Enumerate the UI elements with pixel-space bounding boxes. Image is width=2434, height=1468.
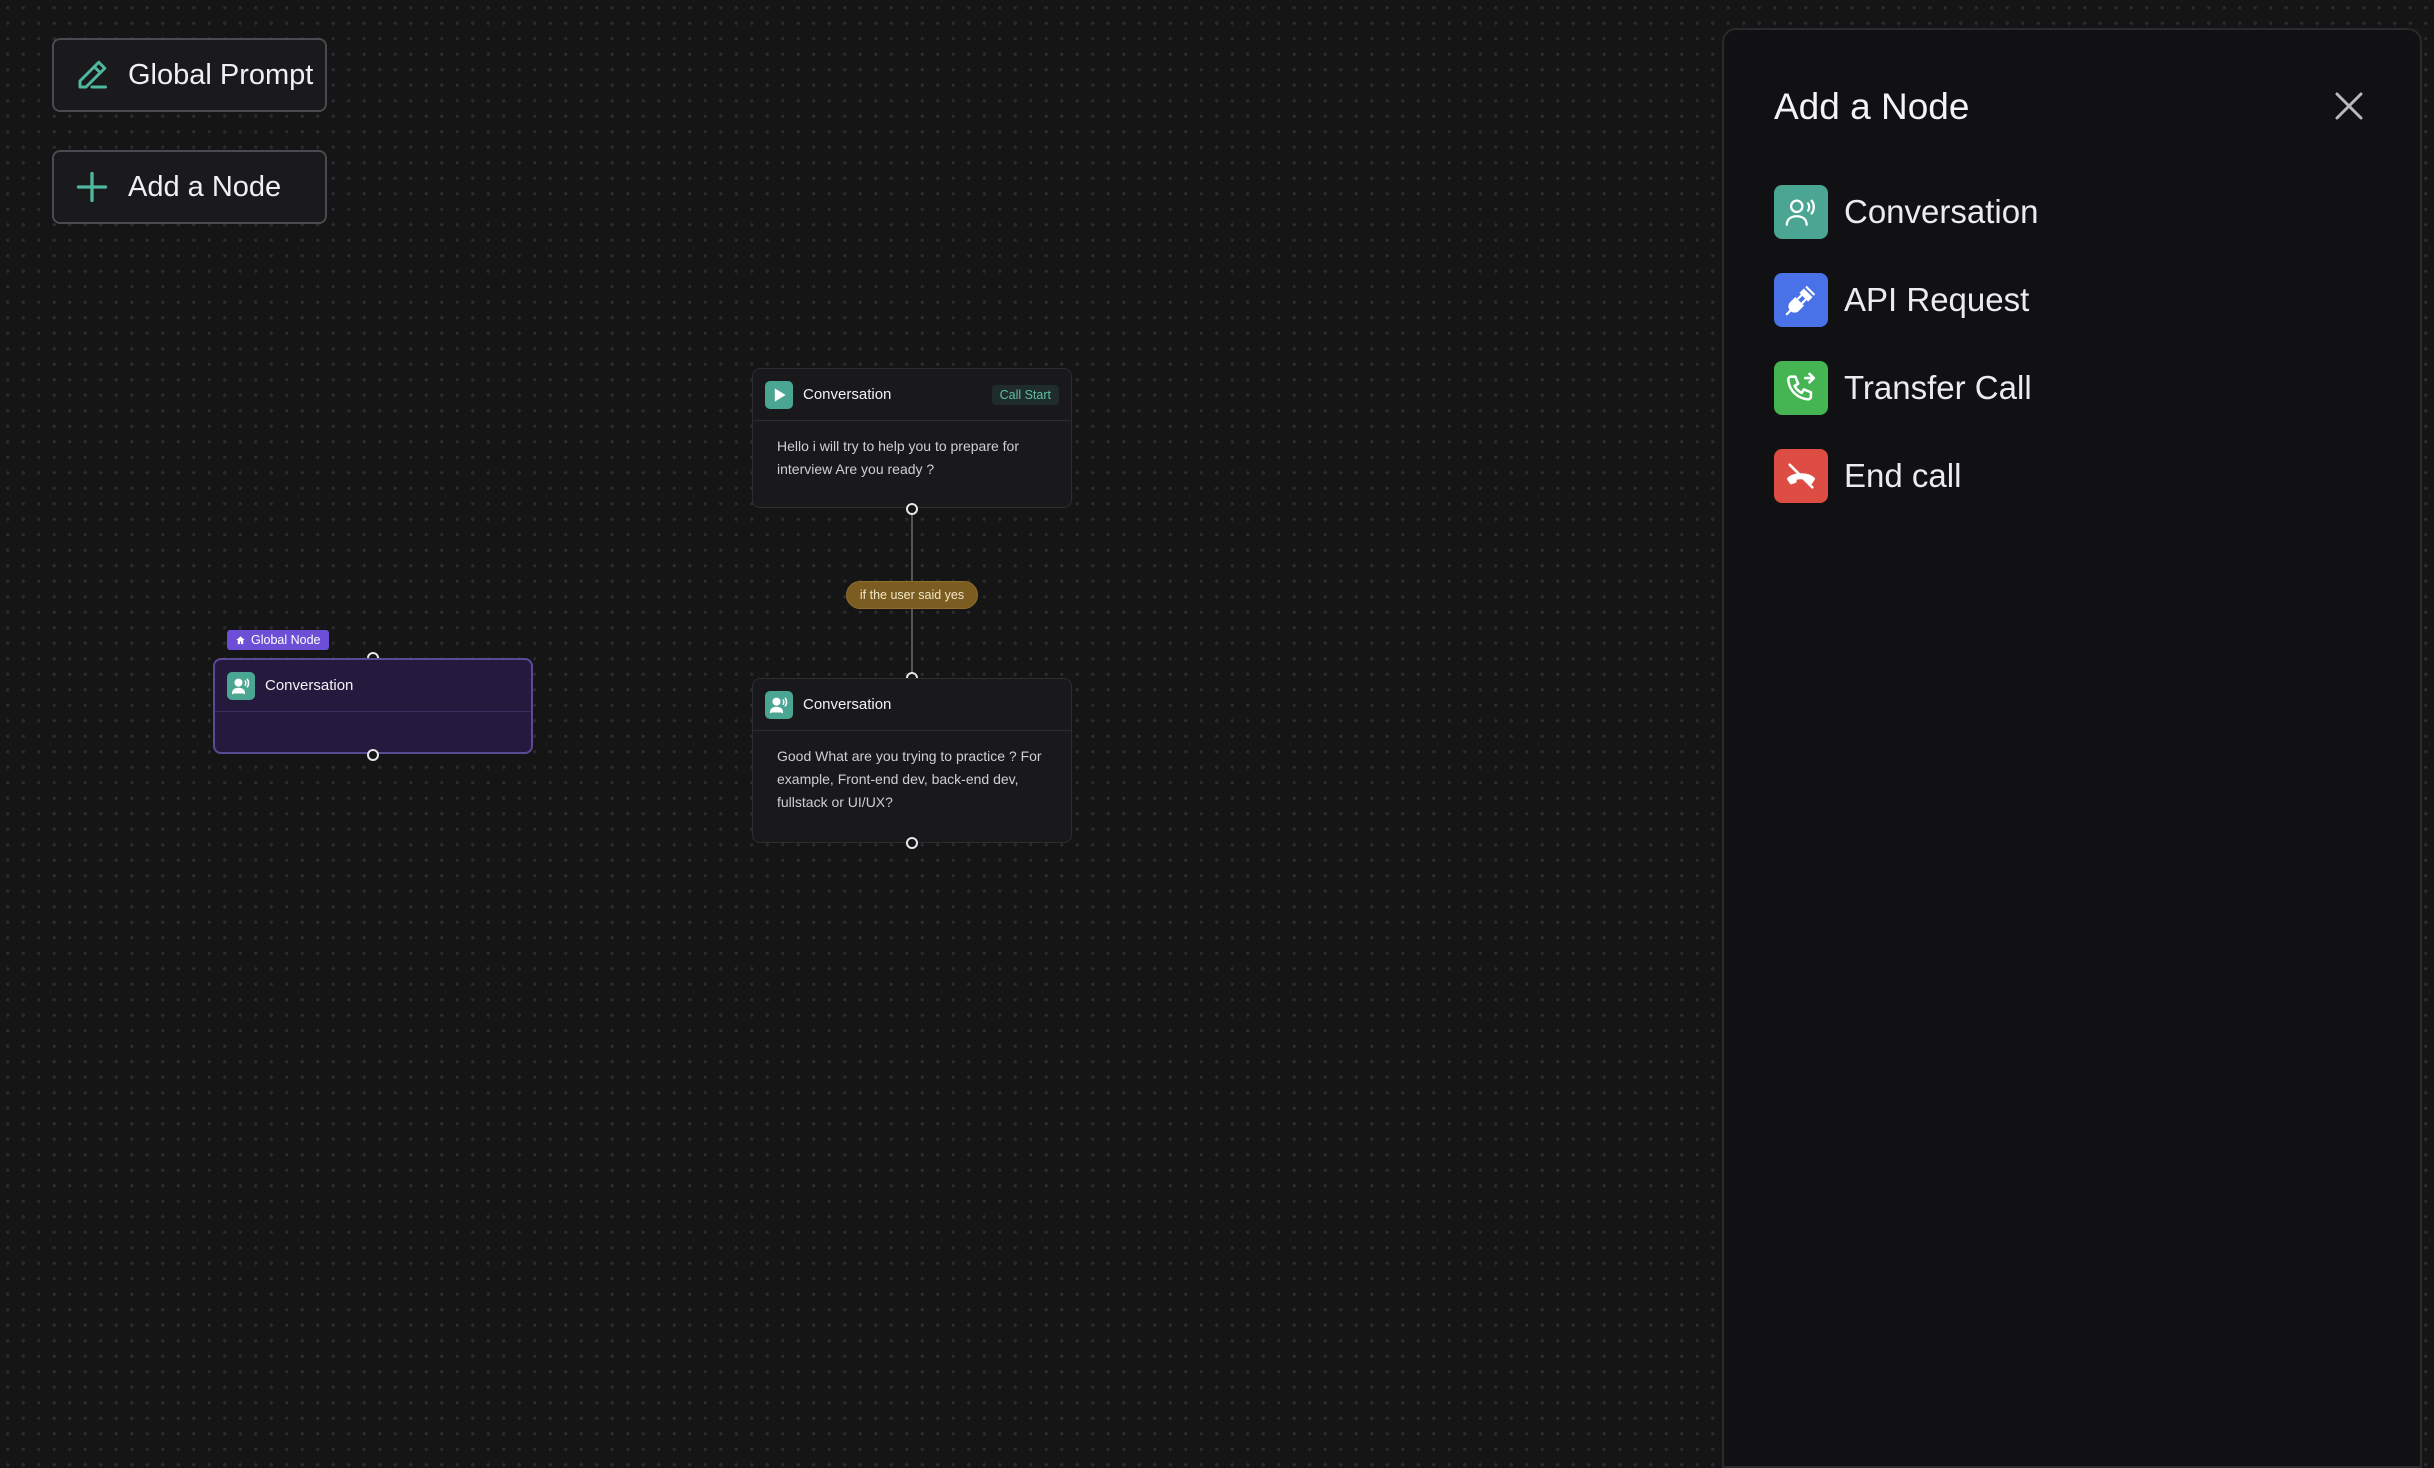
close-icon[interactable] [2331, 88, 2367, 124]
global-prompt-label: Global Prompt [128, 58, 314, 91]
panel-item-conversation[interactable]: Conversation [1774, 184, 2038, 240]
node-title: Conversation [265, 677, 354, 694]
conversation-icon [765, 690, 793, 719]
second-conversation-node[interactable]: Conversation Good What are you trying to… [752, 678, 1072, 843]
node-title: Conversation [803, 696, 892, 713]
node-header: Conversation [753, 679, 1071, 731]
call-start-tag: Call Start [991, 384, 1059, 405]
panel-item-label: API Request [1844, 281, 2030, 318]
phone-hangup-icon [1774, 449, 1828, 503]
global-node-output-handle[interactable] [367, 749, 379, 761]
plug-icon [1774, 273, 1828, 327]
global-prompt-button[interactable]: Global Prompt [52, 38, 327, 112]
plus-icon [76, 171, 108, 203]
play-icon [765, 380, 793, 409]
start-node-output-handle[interactable] [906, 503, 918, 515]
global-node-badge: Global Node [227, 630, 329, 650]
add-node-button[interactable]: Add a Node [52, 150, 327, 224]
pencil-icon [78, 60, 107, 89]
panel-item-label: Transfer Call [1844, 369, 2032, 406]
panel-item-transfer-call[interactable]: Transfer Call [1774, 360, 2032, 416]
edge-condition-label[interactable]: if the user said yes [846, 581, 978, 609]
panel-item-end-call[interactable]: End call [1774, 448, 1961, 504]
global-node-badge-label: Global Node [251, 633, 321, 647]
panel-item-label: End call [1844, 457, 1962, 494]
add-node-label: Add a Node [128, 170, 282, 203]
phone-transfer-icon [1774, 361, 1828, 415]
conversation-icon [227, 671, 255, 700]
conversation-icon [1774, 185, 1828, 239]
node-text: Hello i will try to help you to prepare … [777, 438, 1019, 477]
home-icon [236, 635, 245, 644]
node-header: Conversation [215, 660, 531, 712]
second-node-output-handle[interactable] [906, 837, 918, 849]
add-node-panel: Add a Node Conversation API Request Tran… [1722, 28, 2422, 1468]
node-header: Conversation Call Start [753, 369, 1071, 421]
global-conversation-node[interactable]: Conversation [213, 658, 533, 754]
start-conversation-node[interactable]: Conversation Call Start Hello i will try… [752, 368, 1072, 508]
node-text: Good What are you trying to practice ? F… [777, 748, 1042, 810]
panel-item-api-request[interactable]: API Request [1774, 272, 2029, 328]
panel-item-label: Conversation [1844, 193, 2039, 230]
panel-title: Add a Node [1774, 86, 1970, 127]
node-title: Conversation [803, 386, 892, 403]
